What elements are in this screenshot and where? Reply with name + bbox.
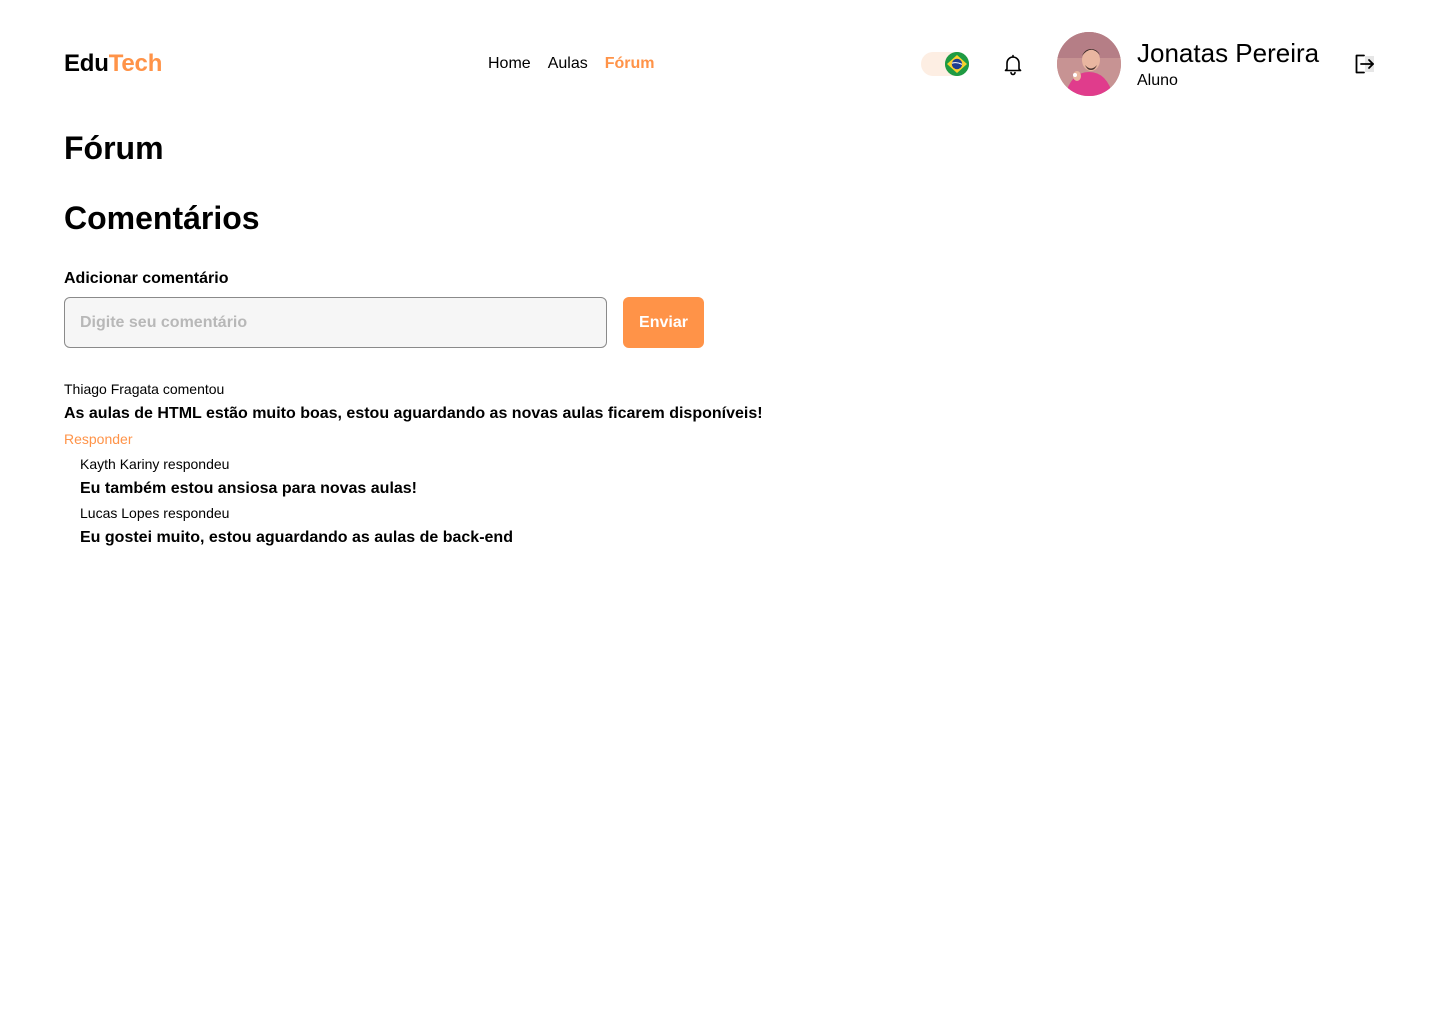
user-name: Jonatas Pereira [1137, 38, 1320, 68]
language-toggle[interactable] [921, 52, 969, 76]
nav-item-aulas[interactable]: Aulas [548, 53, 588, 75]
send-button[interactable]: Enviar [623, 297, 704, 348]
logo-text-tech: Tech [108, 50, 163, 77]
add-comment-label: Adicionar comentário [64, 270, 229, 287]
comment-text: As aulas de HTML estão muito boas, estou… [64, 405, 763, 422]
page-title: Fórum [64, 130, 164, 166]
comment-input[interactable] [64, 297, 607, 348]
reply-author: Kayth Kariny respondeu [80, 456, 230, 472]
logout-icon[interactable] [1352, 52, 1376, 76]
bell-icon[interactable] [1001, 52, 1025, 76]
user-avatar[interactable] [1057, 32, 1121, 96]
section-title: Comentários [64, 200, 260, 236]
reply-author: Lucas Lopes respondeu [80, 505, 230, 521]
user-role: Aluno [1137, 72, 1178, 89]
edutech-logo[interactable]: EduTech [64, 49, 162, 79]
comment-item: Thiago Fragata comentou As aulas de HTML… [64, 379, 964, 549]
reply-item: Lucas Lopes respondeu Eu gostei muito, e… [80, 503, 964, 549]
reply-list: Kayth Kariny respondeu Eu também estou a… [64, 454, 964, 549]
reply-text: Eu também estou ansiosa para novas aulas… [80, 480, 418, 497]
brazil-flag-icon [945, 52, 969, 76]
nav-item-forum[interactable]: Fórum [605, 53, 655, 75]
logo-text-edu: Edu [64, 50, 109, 77]
comment-author: Thiago Fragata comentou [64, 381, 225, 397]
comment-list: Thiago Fragata comentou As aulas de HTML… [64, 378, 964, 552]
top-header: EduTech Home Aulas Fórum Jonatas Pereira… [0, 0, 1440, 128]
reply-text: Eu gostei muito, estou aguardando as aul… [80, 529, 513, 546]
reply-item: Kayth Kariny respondeu Eu também estou a… [80, 454, 964, 500]
main-nav: Home Aulas Fórum [488, 53, 655, 75]
nav-item-home[interactable]: Home [488, 53, 531, 75]
reply-link[interactable]: Responder [64, 429, 133, 449]
